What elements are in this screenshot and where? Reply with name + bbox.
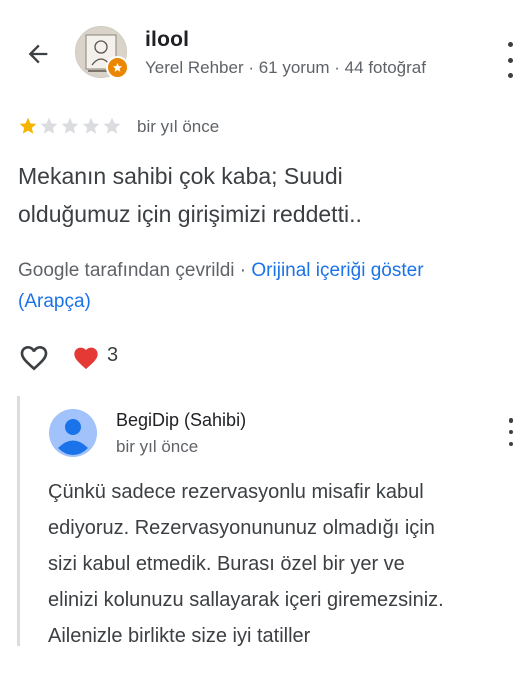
owner-response-time: bir yıl önce xyxy=(116,437,199,456)
response-line: sizi kabul etmedik. Burası özel bir yer … xyxy=(48,553,405,575)
reviewer-meta: Yerel Rehber · 61 yorum · 44 fotoğraf xyxy=(145,58,426,77)
review-text: Mekanın sahibi çok kaba; Suudi olduğumuz… xyxy=(18,157,508,233)
more-vert-icon-dot xyxy=(507,73,513,78)
more-vert-icon xyxy=(507,42,513,47)
arrow-left-icon xyxy=(28,44,48,64)
response-more-options-button[interactable] xyxy=(502,418,520,446)
original-language-link[interactable]: (Arapça) xyxy=(18,291,91,312)
reviewer-avatar[interactable] xyxy=(75,26,129,79)
like-button[interactable] xyxy=(17,342,51,374)
star-rating xyxy=(18,116,122,136)
person-icon xyxy=(49,409,97,457)
more-vert-icon-dot xyxy=(507,57,513,63)
star-empty-icon xyxy=(40,117,58,134)
local-guide-star-icon xyxy=(106,56,129,79)
star-empty-icon xyxy=(103,117,121,134)
review-time: bir yıl önce xyxy=(137,117,220,136)
owner-name: BegiDip (Sahibi) xyxy=(116,410,247,430)
star-filled-icon xyxy=(19,117,37,134)
star-empty-icon xyxy=(61,117,79,134)
owner-response-text: Çünkü sadece rezervasyonlu misafir kabul… xyxy=(48,474,526,654)
star-empty-icon xyxy=(82,117,100,134)
back-button[interactable] xyxy=(20,36,56,72)
response-line: ediyoruz. Rezervasyonununuz olmadığı içi… xyxy=(48,517,435,539)
reviewer-name[interactable]: ilool xyxy=(145,28,189,52)
more-vert-icon xyxy=(508,418,514,423)
review-text-line: olduğumuz için girişimizi reddetti.. xyxy=(18,201,362,227)
translated-by-label: Google tarafından çevrildi · xyxy=(18,260,252,281)
translation-note: Google tarafından çevrildi · Orijinal iç… xyxy=(18,255,526,317)
show-original-link[interactable]: Orijinal içeriği göster xyxy=(251,260,423,281)
more-vert-icon-dot xyxy=(508,429,514,435)
more-vert-icon-dot xyxy=(508,441,514,446)
response-divider xyxy=(17,396,20,646)
heart-filled-icon xyxy=(72,344,100,370)
heart-outline-icon xyxy=(20,346,48,371)
like-count: 3 xyxy=(107,344,119,366)
more-options-button[interactable] xyxy=(500,40,520,80)
response-line: Çünkü sadece rezervasyonlu misafir kabul xyxy=(48,481,424,503)
response-line: Ailenizle birlikte size iyi tatiller xyxy=(48,625,311,647)
response-line: elinizi kolunuzu sallayarak içeri gireme… xyxy=(48,589,444,611)
review-text-line: Mekanın sahibi çok kaba; Suudi xyxy=(18,163,343,189)
